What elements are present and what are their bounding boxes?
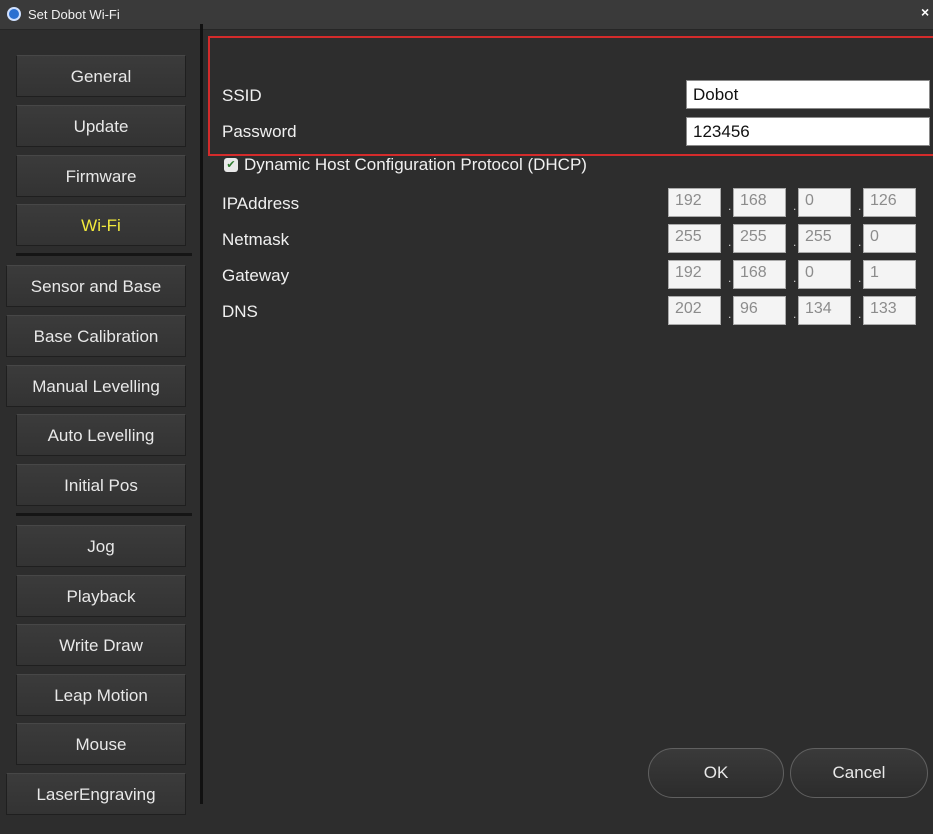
sidebar-divider [200,24,203,804]
octet-value: 0 [870,228,879,245]
sidebar-item-write-draw[interactable]: Write Draw [16,624,186,666]
ip-octet[interactable]: . 168 [728,188,786,217]
sidebar-item-wifi[interactable]: Wi-Fi [16,204,186,246]
dhcp-row[interactable]: ✔ Dynamic Host Configuration Protocol (D… [224,155,587,175]
octet-value: 255 [805,228,832,245]
ssid-input[interactable] [686,80,930,109]
ip-octet[interactable]: .0 [793,188,851,217]
dns-octet[interactable]: 202 [668,296,721,325]
dhcp-checkbox[interactable]: ✔ [224,158,238,172]
ip-address-label: IPAddress [222,194,300,213]
sidebar-item-leap-motion[interactable]: Leap Motion [16,674,186,716]
ip-octet[interactable]: . 126 [858,188,916,217]
dobot-app-icon [7,7,21,21]
octet-value: 96 [740,300,758,317]
octet-separator: . [793,307,797,321]
octet-value: 0 [805,264,814,281]
sidebar-group-divider [16,513,192,516]
sidebar-item-update[interactable]: Update [16,105,186,147]
netmask-octet[interactable]: . 255 [793,224,851,253]
octet-value: 0 [805,192,814,209]
octet-separator: . [793,199,797,213]
octet-separator: . [858,307,862,321]
ok-button[interactable]: OK [648,748,784,798]
octet-value: 133 [870,300,897,317]
octet-separator: . [793,235,797,249]
password-label: Password [222,122,297,141]
window-title: Set Dobot Wi-Fi [28,7,120,22]
gateway-label: Gateway [222,266,290,285]
gateway-octet[interactable]: .0 [793,260,851,289]
octet-value: 126 [870,192,897,209]
octet-value: 168 [740,192,767,209]
sidebar-item-auto-levelling[interactable]: Auto Levelling [16,414,186,456]
octet-separator: . [858,199,862,213]
sidebar-item-general[interactable]: General [16,55,186,97]
octet-value: 134 [805,300,832,317]
sidebar-item-sensor-and-base[interactable]: Sensor and Base [6,265,186,307]
netmask-octet[interactable]: .0 [858,224,916,253]
cancel-button[interactable]: Cancel [790,748,928,798]
octet-separator: . [728,271,732,285]
ip-address-field: 192 . 168 .0 . 126 [668,188,916,217]
sidebar-item-playback[interactable]: Playback [16,575,186,617]
gateway-octet[interactable]: .1 [858,260,916,289]
sidebar-item-initial-pos[interactable]: Initial Pos [16,464,186,506]
ip-octet[interactable]: 192 [668,188,721,217]
sidebar-item-manual-levelling[interactable]: Manual Levelling [6,365,186,407]
sidebar-item-base-calibration[interactable]: Base Calibration [6,315,186,357]
ssid-label: SSID [222,86,262,105]
sidebar-item-laser-engraving[interactable]: LaserEngraving [6,773,186,815]
gateway-field: 192 . 168 .0 .1 [668,260,916,289]
gateway-octet[interactable]: 192 [668,260,721,289]
octet-separator: . [728,307,732,321]
netmask-field: 255 . 255 . 255 .0 [668,224,916,253]
password-input[interactable] [686,117,930,146]
sidebar-group-divider [16,253,192,256]
dhcp-label: Dynamic Host Configuration Protocol (DHC… [244,155,587,174]
netmask-label: Netmask [222,230,290,249]
octet-separator: . [858,235,862,249]
dns-label: DNS [222,302,258,321]
sidebar-item-mouse[interactable]: Mouse [16,723,186,765]
netmask-octet[interactable]: 255 [668,224,721,253]
title-bar: Set Dobot Wi-Fi × [0,0,933,30]
checkmark-icon: ✔ [226,159,236,171]
octet-value: 1 [870,264,879,281]
octet-separator: . [728,199,732,213]
octet-separator: . [793,271,797,285]
dns-field: 202 . 96 . 134 . 133 [668,296,916,325]
octet-value: 168 [740,264,767,281]
octet-value: 255 [740,228,767,245]
sidebar-item-jog[interactable]: Jog [16,525,186,567]
dns-octet[interactable]: . 133 [858,296,916,325]
octet-separator: . [728,235,732,249]
octet-separator: . [858,271,862,285]
netmask-octet[interactable]: . 255 [728,224,786,253]
gateway-octet[interactable]: . 168 [728,260,786,289]
dns-octet[interactable]: . 134 [793,296,851,325]
dns-octet[interactable]: . 96 [728,296,786,325]
close-icon[interactable]: × [921,4,933,20]
sidebar-item-firmware[interactable]: Firmware [16,155,186,197]
